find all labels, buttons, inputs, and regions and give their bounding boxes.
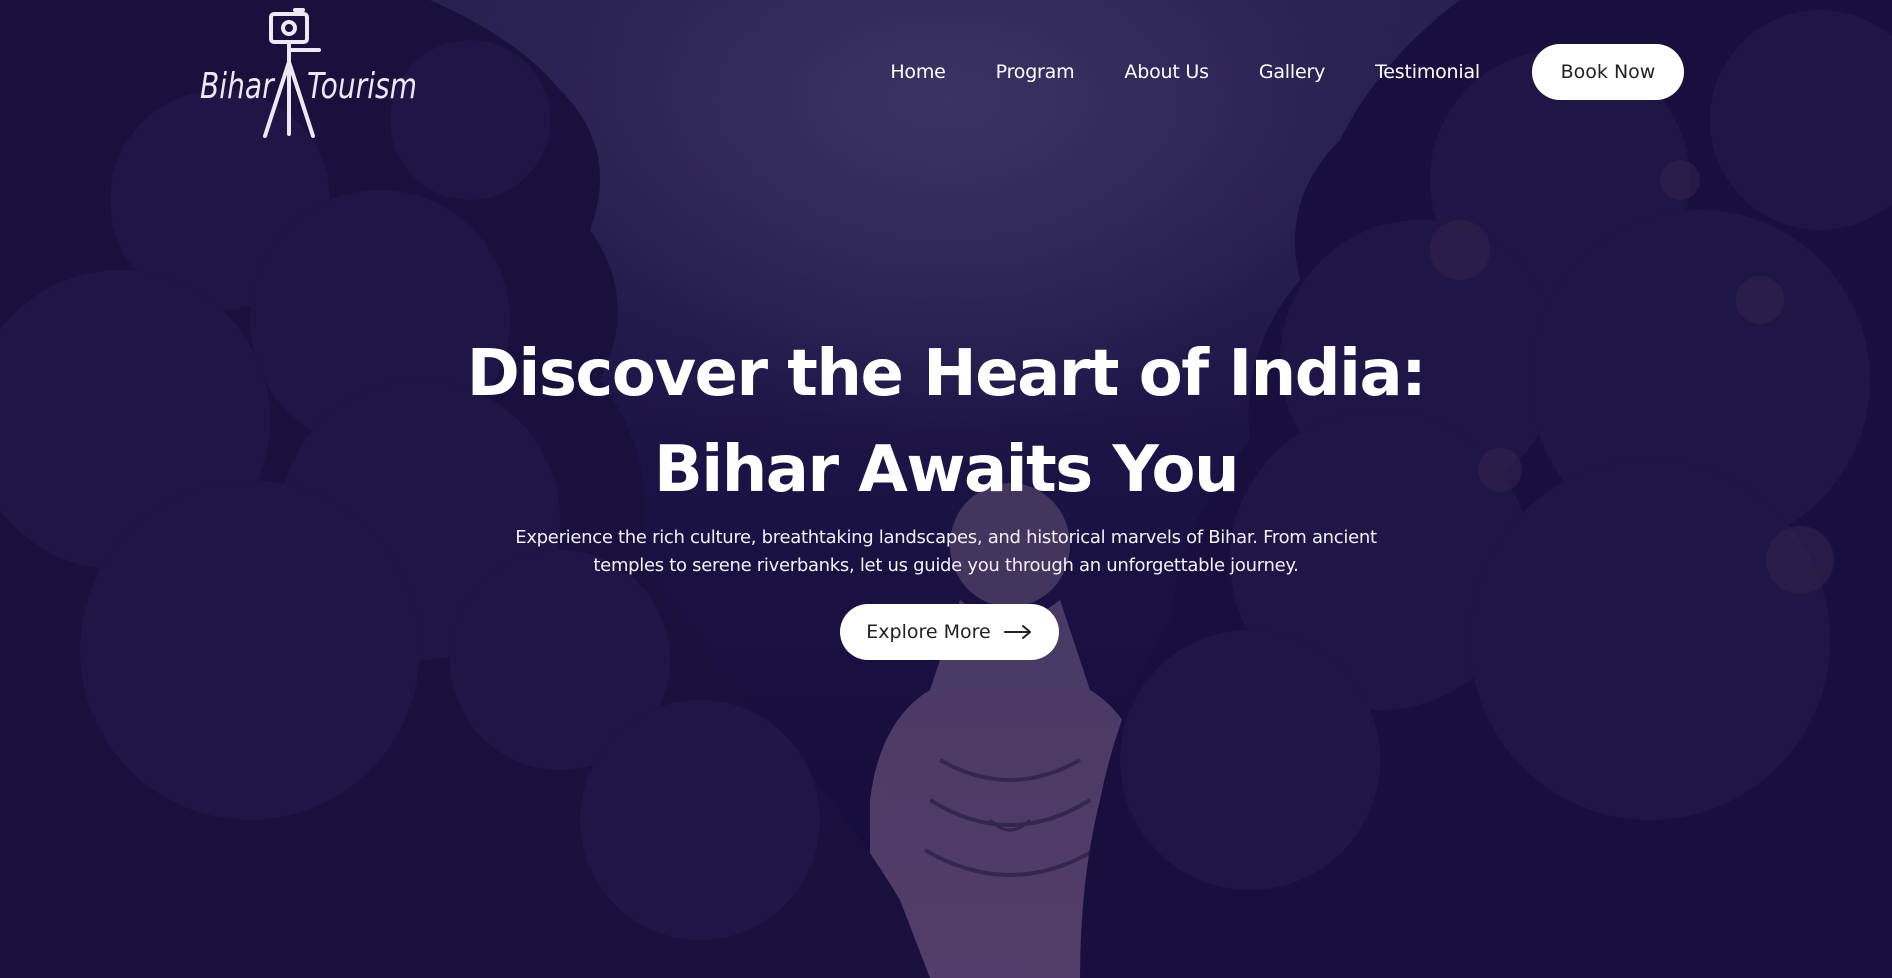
nav-about-us[interactable]: About Us [1124,61,1209,83]
nav-testimonial[interactable]: Testimonial [1375,61,1480,83]
nav-gallery[interactable]: Gallery [1259,61,1325,83]
main-nav: Home Program About Us Gallery Testimonia… [890,44,1684,100]
hero-subtext: Experience the rich culture, breathtakin… [496,524,1396,580]
hero-subtext-line1: Experience the rich culture, breathtakin… [515,527,1377,548]
nav-program[interactable]: Program [996,61,1075,83]
brand-logo[interactable]: Bihar Tourism [195,6,417,142]
book-now-button[interactable]: Book Now [1532,44,1684,100]
hero-headline: Discover the Heart of India: Bihar Await… [0,326,1892,518]
hero-headline-line2: Bihar Awaits You [653,433,1240,507]
brand-name-right: Tourism [307,66,417,107]
explore-more-label: Explore More [866,621,991,643]
nav-home[interactable]: Home [890,61,946,83]
brand-name-left: Bihar [200,66,274,107]
hero-subtext-line2: temples to serene riverbanks, let us gui… [593,555,1299,576]
explore-more-button[interactable]: Explore More [840,604,1059,660]
hero-headline-line1: Discover the Heart of India: [466,337,1427,411]
arrow-right-icon [1003,625,1031,639]
